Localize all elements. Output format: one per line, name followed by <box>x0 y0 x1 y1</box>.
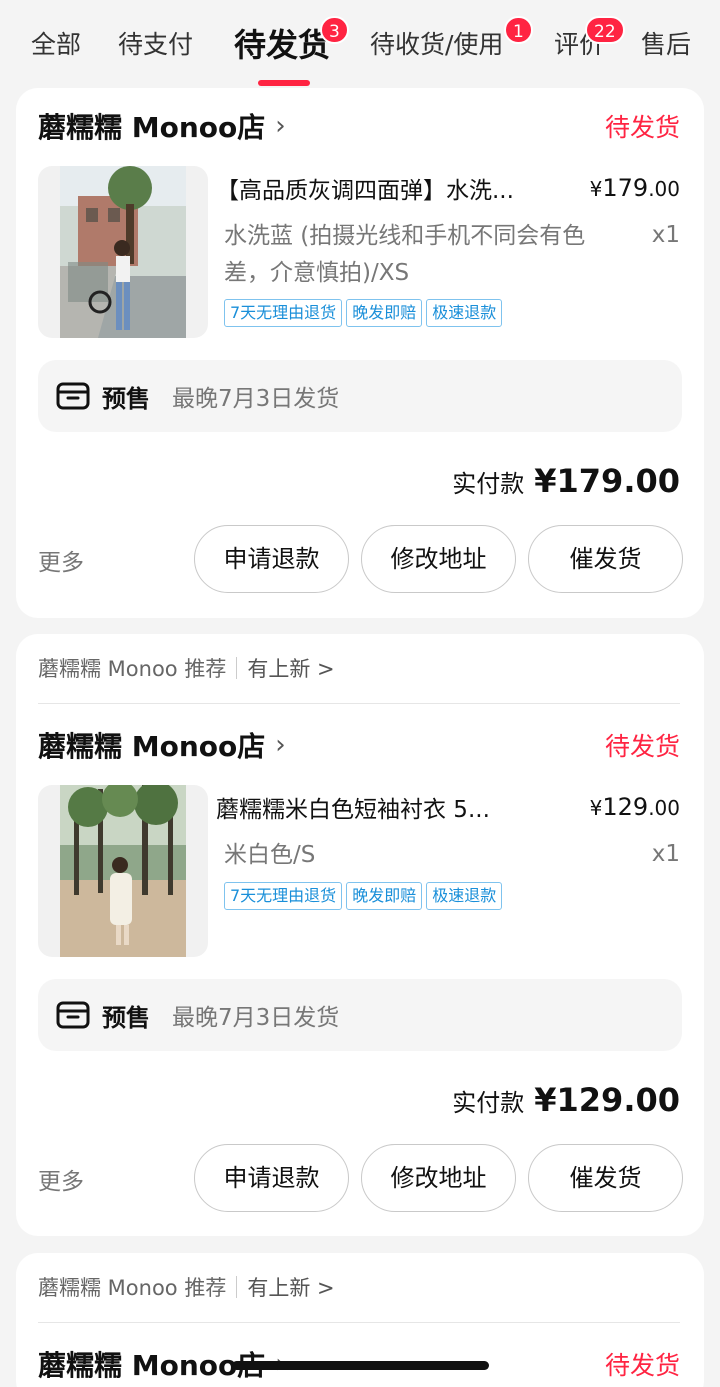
more-actions-link[interactable]: 更多 <box>38 1162 84 1196</box>
tab-all[interactable]: 全部 <box>31 28 81 62</box>
service-tag: 7天无理由退货 <box>224 299 343 327</box>
service-tag: 极速退款 <box>426 882 503 910</box>
divider <box>38 1322 680 1323</box>
product-photo-park <box>60 785 186 957</box>
product-image[interactable] <box>38 166 208 338</box>
shop-link[interactable]: 蘑糯糯 Monoo店 › <box>38 725 286 765</box>
request-refund-button[interactable]: 申请退款 <box>194 525 349 593</box>
shop-name: 蘑糯糯 Monoo店 <box>38 730 266 763</box>
product-image[interactable] <box>38 785 208 957</box>
product-quantity: x1 <box>651 841 680 867</box>
home-indicator[interactable] <box>232 1361 489 1370</box>
product-title[interactable]: 【高品质灰调四面弹】水洗... <box>216 171 514 205</box>
presale-ship-date: 最晚7月3日发货 <box>172 386 340 412</box>
package-icon <box>56 382 90 410</box>
tab-badge: 22 <box>585 16 625 44</box>
paid-amount: ¥129.00 <box>534 1081 680 1119</box>
tab-after-sales[interactable]: 售后 <box>641 28 691 62</box>
product-title[interactable]: 蘑糯糯米白色短袖衬衣 5... <box>216 790 490 824</box>
active-tab-indicator <box>258 80 310 86</box>
divider <box>236 1276 238 1298</box>
paid-label: 实付款 <box>452 470 525 498</box>
shop-name: 蘑糯糯 Monoo店 <box>38 111 266 144</box>
order-card: 蘑糯糯 Monoo 推荐 有上新 > 蘑糯糯 Monoo店 › 待发货 <box>16 634 704 1236</box>
presale-notice: 预售 最晚7月3日发货 <box>38 360 682 432</box>
order-status: 待发货 <box>604 1351 680 1380</box>
presale-label: 预售 <box>102 384 150 413</box>
package-icon <box>56 1001 90 1029</box>
paid-amount: ¥179.00 <box>534 462 680 500</box>
paid-label: 实付款 <box>452 1089 525 1117</box>
order-status-tabs: 全部 待支付 待发货 3 待收货/使用 1 评价 22 售后 <box>0 0 720 88</box>
divider <box>236 657 238 679</box>
product-spec: 水洗蓝 (拍摄光线和手机不同会有色差，介意慎拍)/XS <box>224 223 586 286</box>
paid-amount-row: 实付款 ¥179.00 <box>452 462 680 500</box>
urge-shipment-button[interactable]: 催发货 <box>528 1144 683 1212</box>
tab-pending-receipt[interactable]: 待收货/使用 <box>370 28 503 62</box>
recommend-label: 蘑糯糯 Monoo 推荐 <box>38 657 227 681</box>
product-photo-street <box>60 166 186 338</box>
urge-shipment-button[interactable]: 催发货 <box>528 525 683 593</box>
product-price: ¥179.00 <box>589 174 680 202</box>
order-status: 待发货 <box>604 113 680 142</box>
presale-notice: 预售 最晚7月3日发货 <box>38 979 682 1051</box>
more-actions-link[interactable]: 更多 <box>38 543 84 577</box>
product-spec: 米白色/S <box>224 842 316 868</box>
presale-label: 预售 <box>102 1003 150 1032</box>
order-card: 蘑糯糯 Monoo店 › 待发货 【高品质灰调四面弹】水洗... ¥179.00… <box>16 88 704 618</box>
service-tags: 7天无理由退货 晚发即赔 极速退款 <box>224 299 503 327</box>
shop-recommend-row[interactable]: 蘑糯糯 Monoo 推荐 有上新 > <box>38 651 680 685</box>
tab-badge: 1 <box>504 16 533 44</box>
change-address-button[interactable]: 修改地址 <box>361 525 516 593</box>
recommend-label: 蘑糯糯 Monoo 推荐 <box>38 1276 227 1300</box>
paid-amount-row: 实付款 ¥129.00 <box>452 1081 680 1119</box>
divider <box>38 703 680 704</box>
product-quantity: x1 <box>651 222 680 248</box>
chevron-right-icon: › <box>275 730 286 760</box>
shop-recommend-row[interactable]: 蘑糯糯 Monoo 推荐 有上新 > <box>38 1270 680 1304</box>
chevron-right-icon: › <box>275 111 286 141</box>
service-tag: 极速退款 <box>426 299 503 327</box>
tab-pending-payment[interactable]: 待支付 <box>118 28 193 62</box>
service-tags: 7天无理由退货 晚发即赔 极速退款 <box>224 882 503 910</box>
tab-pending-shipment[interactable]: 待发货 <box>234 24 330 66</box>
service-tag: 晚发即赔 <box>346 882 423 910</box>
shop-link[interactable]: 蘑糯糯 Monoo店 › <box>38 106 286 146</box>
order-status: 待发货 <box>604 732 680 761</box>
new-arrivals-link[interactable]: 有上新 > <box>247 1272 334 1302</box>
tab-badge: 3 <box>320 16 349 44</box>
new-arrivals-link[interactable]: 有上新 > <box>247 653 334 683</box>
service-tag: 7天无理由退货 <box>224 882 343 910</box>
presale-ship-date: 最晚7月3日发货 <box>172 1005 340 1031</box>
service-tag: 晚发即赔 <box>346 299 423 327</box>
request-refund-button[interactable]: 申请退款 <box>194 1144 349 1212</box>
change-address-button[interactable]: 修改地址 <box>361 1144 516 1212</box>
product-price: ¥129.00 <box>589 793 680 821</box>
